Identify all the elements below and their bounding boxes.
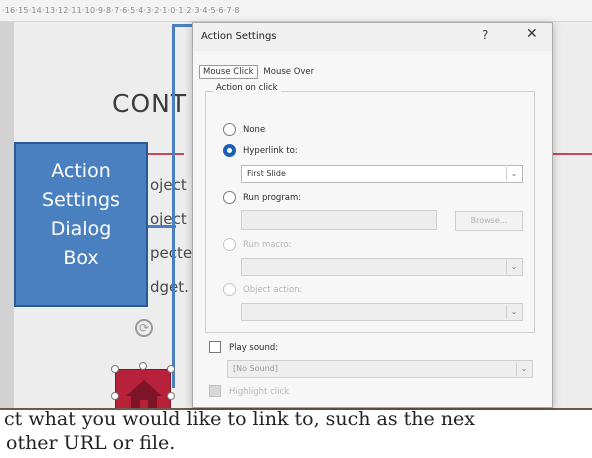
sound-select-value: [No Sound] — [233, 364, 278, 373]
caption-line-2: other URL or file. — [6, 432, 176, 454]
radio-run-program-label: Run program: — [243, 193, 302, 203]
slide-title: CONT — [112, 89, 188, 118]
selection-handle[interactable] — [139, 362, 147, 370]
callout-box: Action Settings Dialog Box — [14, 142, 148, 307]
radio-hyperlink-label: Hyperlink to: — [243, 146, 298, 156]
radio-run-macro-label: Run macro: — [243, 240, 292, 250]
slide-bullet: oject — [150, 176, 187, 194]
action-settings-dialog: Action Settings ? ✕ Mouse Click Mouse Ov… — [192, 22, 553, 408]
radio-none-label: None — [243, 125, 266, 135]
radio-run-macro[interactable] — [223, 238, 236, 251]
callout-line: Dialog — [50, 218, 112, 240]
close-button[interactable]: ✕ — [526, 26, 538, 42]
hyperlink-select[interactable]: First Slide ⌄ — [241, 165, 523, 183]
selection-handle[interactable] — [111, 365, 119, 373]
slide-divider-right — [553, 153, 592, 155]
play-sound-label: Play sound: — [229, 343, 279, 353]
callout-bracket-connector — [148, 225, 176, 228]
chevron-down-icon: ⌄ — [506, 260, 521, 274]
object-action-select[interactable]: ⌄ — [241, 303, 523, 321]
highlight-click-checkbox[interactable] — [209, 385, 221, 397]
dialog-titlebar: Action Settings ? ✕ — [193, 23, 552, 51]
run-program-input[interactable] — [241, 210, 437, 230]
chevron-down-icon: ⌄ — [516, 362, 531, 376]
highlight-click-label: Highlight click — [229, 387, 290, 397]
run-macro-select[interactable]: ⌄ — [241, 258, 523, 276]
dialog-title: Action Settings — [201, 31, 277, 42]
radio-object-action[interactable] — [223, 283, 236, 296]
caption-area: ct what you would like to link to, such … — [0, 410, 592, 458]
selection-handle[interactable] — [111, 392, 119, 400]
radio-none[interactable] — [223, 123, 236, 136]
tab-mouse-over[interactable]: Mouse Over — [260, 66, 317, 78]
help-button[interactable]: ? — [482, 28, 488, 42]
slide-bullet: dget. — [150, 278, 189, 296]
radio-hyperlink[interactable] — [223, 144, 236, 157]
home-icon — [126, 380, 162, 408]
slide-left-strip — [0, 22, 14, 408]
tab-mouse-click[interactable]: Mouse Click — [199, 65, 258, 79]
sound-select[interactable]: [No Sound] ⌄ — [227, 360, 533, 378]
callout-line: Settings — [42, 189, 120, 211]
chevron-down-icon: ⌄ — [506, 305, 521, 319]
play-sound-checkbox[interactable] — [209, 341, 221, 353]
caption-line-1: ct what you would like to link to, such … — [4, 410, 476, 430]
hyperlink-select-value: First Slide — [247, 169, 286, 178]
radio-object-action-label: Object action: — [243, 285, 303, 295]
selection-handle[interactable] — [167, 392, 175, 400]
callout-line: Box — [63, 247, 99, 269]
rotate-handle-icon[interactable]: ⟳ — [135, 319, 153, 337]
group-label: Action on click — [213, 83, 281, 93]
selection-handle[interactable] — [167, 365, 175, 373]
callout-line: Action — [51, 160, 111, 182]
ruler: ·16·15·14·13·12·11·10·9·8·7·6·5·4·3·2·1·… — [0, 0, 592, 22]
browse-button[interactable]: Browse... — [455, 211, 523, 231]
chevron-down-icon: ⌄ — [506, 167, 521, 181]
dialog-tabs: Mouse Click Mouse Over — [199, 65, 317, 79]
home-action-button[interactable] — [115, 369, 171, 408]
radio-run-program[interactable] — [223, 191, 236, 204]
callout-bracket-vertical — [172, 38, 175, 388]
